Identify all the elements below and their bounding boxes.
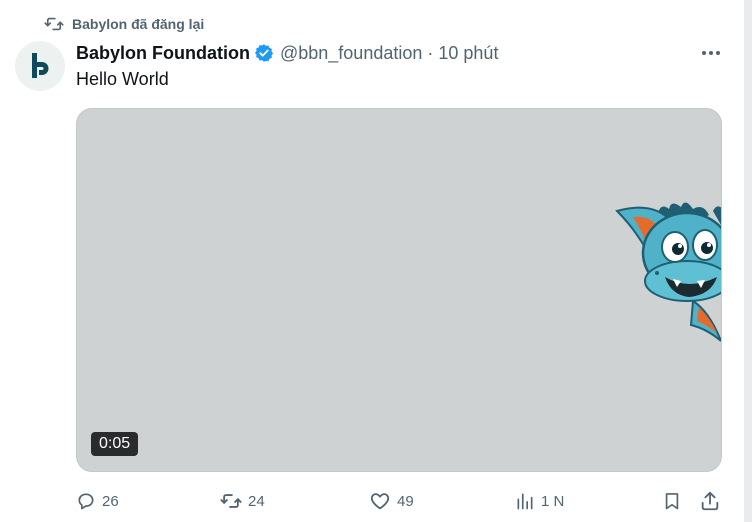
video-duration-badge: 0:05 xyxy=(91,432,139,456)
heart-icon xyxy=(369,490,391,512)
tweet-header: Babylon Foundation @bbn_foundation · 10 … xyxy=(76,40,684,66)
action-bar: 26 24 49 1 N xyxy=(76,488,736,514)
repost-label: Babylon đã đăng lại xyxy=(72,16,205,32)
share-button[interactable] xyxy=(699,488,721,514)
repost-button[interactable]: 24 xyxy=(220,488,265,514)
bookmark-icon xyxy=(662,490,682,512)
more-options-button[interactable] xyxy=(696,40,726,66)
repost-icon xyxy=(44,14,64,34)
repost-icon xyxy=(220,490,242,512)
author-display-name[interactable]: Babylon Foundation xyxy=(76,43,250,64)
share-icon xyxy=(699,490,721,512)
dragon-mascot-image xyxy=(615,202,721,342)
analytics-icon xyxy=(515,491,535,511)
bookmark-button[interactable] xyxy=(662,488,682,514)
avatar[interactable] xyxy=(15,41,65,91)
verified-badge-icon[interactable] xyxy=(254,43,274,63)
tweet-card[interactable]: Babylon đã đăng lại Babylon Foundation @… xyxy=(0,0,744,522)
like-button[interactable]: 49 xyxy=(369,488,414,514)
separator-dot: · xyxy=(427,42,434,63)
more-dots-icon xyxy=(702,51,720,55)
reply-button[interactable]: 26 xyxy=(76,488,119,514)
video-player[interactable]: 0:05 xyxy=(76,108,722,472)
views-button[interactable]: 1 N xyxy=(515,488,564,514)
repost-count: 24 xyxy=(248,492,265,510)
author-handle[interactable]: @bbn_foundation xyxy=(280,43,422,64)
reply-count: 26 xyxy=(102,492,119,510)
like-count: 49 xyxy=(397,492,414,510)
reply-icon xyxy=(76,491,96,511)
timestamp[interactable]: 10 phút xyxy=(438,43,498,64)
repost-indicator[interactable]: Babylon đã đăng lại xyxy=(44,13,204,35)
view-count: 1 N xyxy=(541,492,565,510)
tweet-text: Hello World xyxy=(76,69,169,89)
babylon-logo-icon xyxy=(32,53,49,78)
